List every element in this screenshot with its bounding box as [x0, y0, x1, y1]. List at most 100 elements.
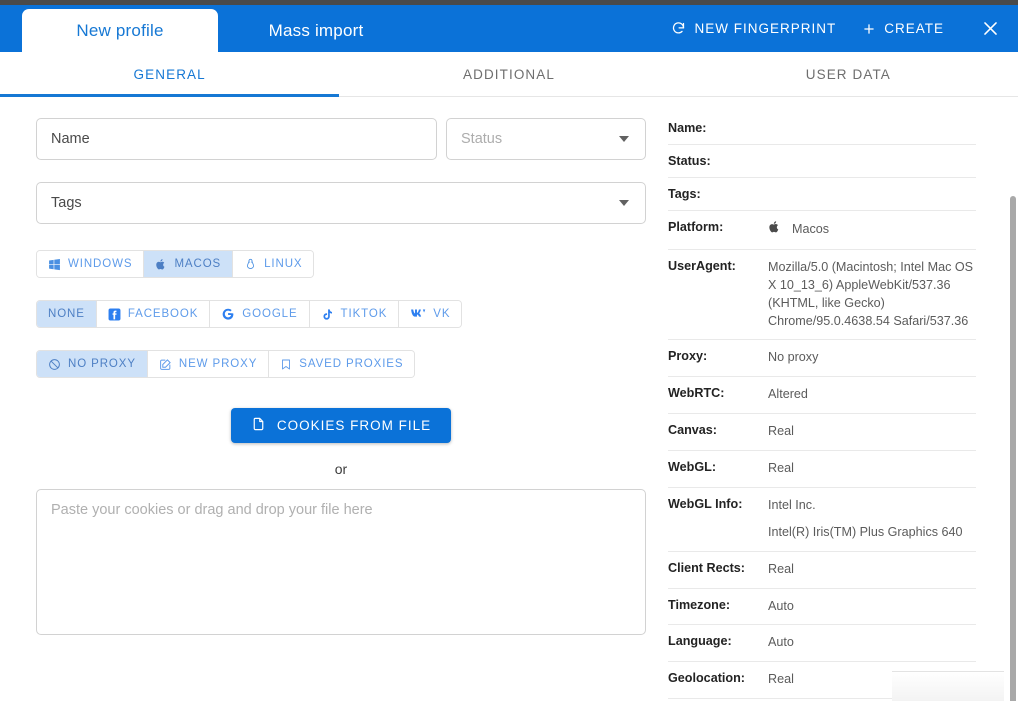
windows-icon — [48, 258, 61, 271]
apple-icon — [155, 258, 167, 271]
tags-select[interactable]: Tags — [36, 182, 646, 224]
tab-general[interactable]: GENERAL — [0, 52, 340, 97]
social-option-google[interactable]: GOOGLE — [210, 301, 310, 327]
table-row: Tags: — [668, 177, 976, 211]
no-proxy-icon — [48, 358, 61, 371]
table-row: Platform: Macos — [668, 210, 976, 250]
fingerprint-info-table: Name: Status: Tags: Platform: Macos User… — [668, 112, 976, 701]
info-value-proxy: No proxy — [766, 339, 976, 378]
tab-additional[interactable]: ADDITIONAL — [339, 52, 678, 96]
name-input[interactable]: Name — [36, 118, 437, 160]
cookies-section: COOKIES FROM FILE or — [36, 408, 646, 635]
info-value-useragent: Mozilla/5.0 (Macintosh; Intel Mac OS X 1… — [766, 249, 976, 341]
title-bar: New profile Mass import NEW FINGERPRINT — [0, 5, 1018, 52]
info-value-status — [766, 144, 976, 178]
linux-icon — [244, 258, 257, 271]
tab-user-data[interactable]: USER DATA — [679, 52, 1018, 96]
info-key-platform: Platform: — [668, 210, 766, 250]
info-key-geolocation: Geolocation: — [668, 661, 766, 700]
cookies-from-file-label: COOKIES FROM FILE — [276, 418, 432, 433]
or-label: or — [334, 461, 348, 477]
vk-icon — [410, 308, 426, 320]
table-row: UserAgent: Mozilla/5.0 (Macintosh; Intel… — [668, 249, 976, 341]
table-row: Proxy: No proxy — [668, 339, 976, 378]
table-row: WebGL Info: Intel Inc. Intel(R) Iris(TM)… — [668, 487, 976, 552]
info-key-webrtc: WebRTC: — [668, 376, 766, 415]
file-icon — [251, 416, 266, 435]
section-tab-bar: GENERAL ADDITIONAL USER DATA — [0, 52, 1018, 97]
proxy-option-saved-proxies[interactable]: SAVED PROXIES — [269, 351, 415, 377]
window-tab-group: New profile Mass import — [22, 5, 414, 52]
vertical-scrollbar[interactable] — [1007, 196, 1018, 701]
status-select[interactable]: Status — [446, 118, 646, 160]
social-option-facebook-label: FACEBOOK — [127, 308, 199, 320]
info-value-platform: Macos — [766, 210, 976, 250]
os-option-linux[interactable]: LINUX — [233, 251, 314, 277]
bottom-action-strip — [892, 671, 1004, 701]
proxy-segmented-control: NO PROXY NEW PROXY SAVED PROXIES — [36, 350, 416, 378]
social-option-tiktok[interactable]: TIKTOK — [309, 301, 400, 327]
dialog-content: Name Status Tags WINDOWS MACOS LINUX NON… — [0, 98, 1018, 701]
info-value-timezone: Auto — [766, 588, 976, 626]
table-row: Client Rects: Real — [668, 551, 976, 589]
edit-square-icon — [159, 358, 172, 371]
name-status-row: Name Status — [36, 118, 660, 160]
chevron-down-icon — [619, 136, 629, 142]
proxy-option-new-proxy-label: NEW PROXY — [178, 358, 258, 370]
chevron-down-icon — [619, 200, 629, 206]
proxy-option-no-proxy-label: NO PROXY — [68, 358, 136, 370]
social-selector-row: NONE FACEBOOK GOOGLE TIKTOK VK — [36, 300, 660, 328]
info-key-webgl: WebGL: — [668, 450, 766, 488]
social-option-vk[interactable]: VK — [399, 301, 462, 327]
os-option-macos[interactable]: MACOS — [144, 251, 234, 277]
proxy-selector-row: NO PROXY NEW PROXY SAVED PROXIES — [36, 350, 660, 378]
info-key-client-rects: Client Rects: — [668, 551, 766, 589]
profile-form: Name Status Tags WINDOWS MACOS LINUX NON… — [0, 98, 660, 635]
create-label: CREATE — [884, 21, 944, 36]
proxy-option-new-proxy[interactable]: NEW PROXY — [147, 351, 270, 377]
info-value-name — [766, 112, 976, 145]
proxy-option-no-proxy[interactable]: NO PROXY — [37, 351, 148, 377]
name-input-placeholder: Name — [51, 131, 90, 147]
info-value-tags — [766, 177, 976, 211]
info-value-canvas: Real — [766, 413, 976, 451]
social-option-none-label: NONE — [48, 308, 85, 320]
social-option-vk-label: VK — [433, 308, 451, 320]
new-profile-dialog: New profile Mass import NEW FINGERPRINT — [0, 0, 1018, 701]
info-value-webgl: Real — [766, 450, 976, 488]
tags-select-placeholder: Tags — [51, 195, 82, 211]
info-key-proxy: Proxy: — [668, 339, 766, 378]
social-option-facebook[interactable]: FACEBOOK — [96, 301, 211, 327]
create-button[interactable]: CREATE — [862, 21, 944, 36]
info-value-webrtc: Altered — [766, 376, 976, 415]
os-option-windows-label: WINDOWS — [68, 258, 133, 270]
tab-additional-label: ADDITIONAL — [462, 66, 555, 82]
os-option-macos-label: MACOS — [174, 258, 222, 270]
tab-user-data-label: USER DATA — [805, 66, 891, 82]
new-fingerprint-button[interactable]: NEW FINGERPRINT — [671, 21, 836, 36]
os-option-linux-label: LINUX — [264, 258, 303, 270]
tab-new-profile-label: New profile — [76, 20, 164, 40]
table-row: Name: — [668, 112, 976, 145]
os-option-windows[interactable]: WINDOWS — [37, 251, 145, 277]
cookies-textarea[interactable] — [36, 489, 646, 635]
tab-mass-import[interactable]: Mass import — [218, 9, 414, 52]
info-key-tags: Tags: — [668, 177, 766, 211]
info-value-webgl-info: Intel Inc. Intel(R) Iris(TM) Plus Graphi… — [766, 487, 976, 552]
plus-icon — [862, 22, 876, 36]
table-row: WebRTC: Altered — [668, 376, 976, 415]
table-row: Language: Auto — [668, 624, 976, 663]
title-bar-actions: NEW FINGERPRINT CREATE — [671, 5, 1018, 52]
scrollbar-thumb[interactable] — [1010, 196, 1016, 701]
os-selector-row: WINDOWS MACOS LINUX — [36, 250, 660, 278]
tab-new-profile[interactable]: New profile — [22, 9, 218, 52]
social-option-none[interactable]: NONE — [37, 301, 97, 327]
info-key-webgl-info: WebGL Info: — [668, 487, 766, 552]
tab-general-label: GENERAL — [133, 66, 206, 82]
social-option-google-label: GOOGLE — [242, 308, 298, 320]
tab-mass-import-label: Mass import — [268, 20, 364, 40]
close-icon[interactable] — [976, 15, 1004, 43]
cookies-from-file-button[interactable]: COOKIES FROM FILE — [230, 408, 452, 443]
google-icon — [221, 307, 235, 321]
info-key-timezone: Timezone: — [668, 588, 766, 626]
